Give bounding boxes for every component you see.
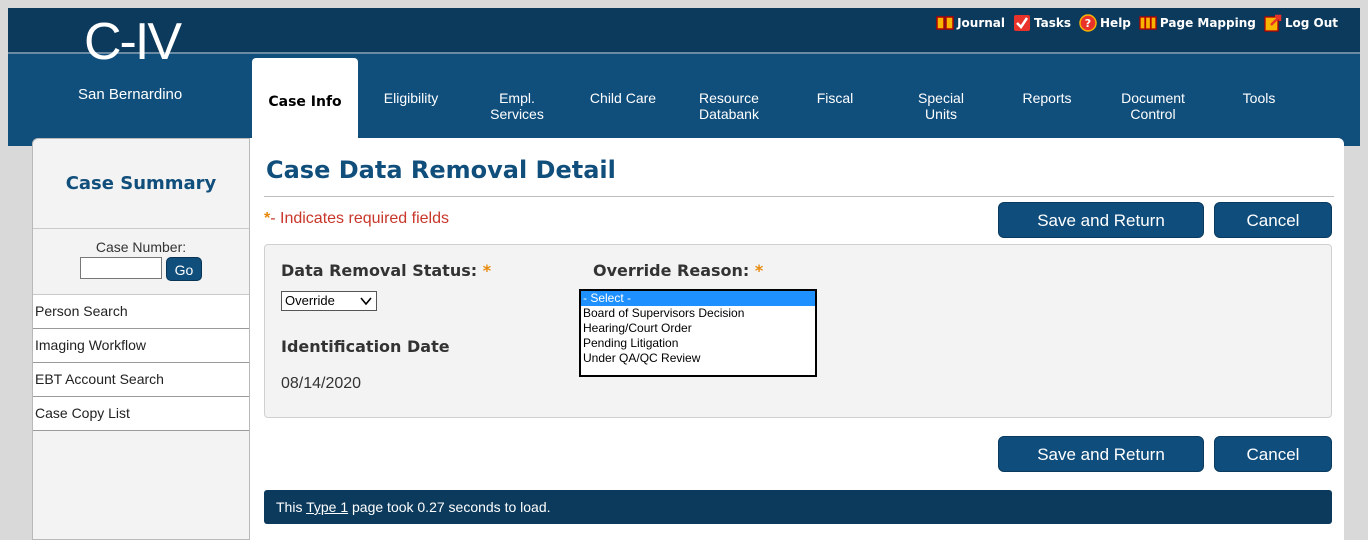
save-and-return-button[interactable]: Save and Return: [998, 202, 1204, 238]
required-star-icon: *: [482, 261, 492, 280]
logout-icon: [1264, 14, 1282, 32]
tab-case-info[interactable]: Case Info: [252, 58, 358, 146]
svg-text:?: ?: [1085, 17, 1091, 30]
page-load-footer: This Type 1 page took 0.27 seconds to lo…: [264, 490, 1332, 524]
logout-link[interactable]: Log Out: [1264, 14, 1338, 32]
page-title: Case Data Removal Detail: [266, 156, 616, 184]
tab-fiscal[interactable]: Fiscal: [782, 58, 888, 136]
tab-child-care[interactable]: Child Care: [570, 58, 676, 136]
site-name: San Bernardino: [78, 86, 183, 103]
save-and-return-button-bottom[interactable]: Save and Return: [998, 436, 1204, 472]
data-removal-panel: Data Removal Status: * Override Identifi…: [264, 244, 1332, 418]
page-mapping-label: Page Mapping: [1159, 16, 1256, 30]
cancel-button-bottom[interactable]: Cancel: [1214, 436, 1332, 472]
tab-eligibility[interactable]: Eligibility: [358, 58, 464, 136]
data-removal-status-select[interactable]: Override: [281, 291, 377, 311]
sidebar: Case Summary Case Number: Go Person Sear…: [32, 138, 250, 540]
go-button[interactable]: Go: [166, 257, 202, 281]
type-1-link[interactable]: Type 1: [306, 499, 348, 515]
tasks-link[interactable]: Tasks: [1013, 14, 1071, 32]
cancel-button[interactable]: Cancel: [1214, 202, 1332, 238]
case-number-section: Case Number: Go: [33, 229, 249, 295]
case-summary-title[interactable]: Case Summary: [33, 139, 249, 229]
override-option-board[interactable]: Board of Supervisors Decision: [581, 306, 815, 321]
sidebar-item-ebt-account-search[interactable]: EBT Account Search: [33, 363, 249, 397]
required-star-icon: *: [754, 261, 764, 280]
title-divider: [264, 196, 1334, 197]
override-option-litigation[interactable]: Pending Litigation: [581, 336, 815, 351]
override-option-qa-review[interactable]: Under QA/QC Review: [581, 351, 815, 366]
tab-special-units[interactable]: Special Units: [888, 58, 994, 136]
help-icon: ?: [1079, 14, 1097, 32]
c-iv-logo[interactable]: C-IV: [84, 14, 182, 70]
page-mapping-link[interactable]: Page Mapping: [1139, 14, 1256, 32]
case-number-input[interactable]: [80, 257, 162, 279]
override-reason-label: Override Reason: *: [593, 261, 764, 280]
data-removal-status-label: Data Removal Status: *: [281, 261, 492, 280]
case-number-label: Case Number:: [95, 239, 187, 255]
journal-label: Journal: [957, 16, 1005, 30]
required-note-text: - Indicates required fields: [270, 210, 449, 227]
chevron-down-icon: [360, 293, 372, 311]
tab-reports[interactable]: Reports: [994, 58, 1100, 136]
journal-icon: [936, 14, 954, 32]
help-link[interactable]: ? Help: [1079, 14, 1131, 32]
tasks-label: Tasks: [1034, 16, 1072, 30]
tab-empl-services[interactable]: Empl. Services: [464, 58, 570, 136]
override-option-hearing[interactable]: Hearing/Court Order: [581, 321, 815, 336]
tab-document-control[interactable]: Document Control: [1100, 58, 1206, 136]
override-option-select[interactable]: - Select -: [581, 291, 815, 306]
logout-label: Log Out: [1284, 16, 1338, 30]
main-nav: Case Info Eligibility Empl. Services Chil…: [252, 58, 1312, 146]
identification-date-value: 08/14/2020: [281, 375, 362, 392]
identification-date-label: Identification Date: [281, 337, 450, 356]
help-label: Help: [1100, 16, 1131, 30]
sidebar-item-case-copy-list[interactable]: Case Copy List: [33, 397, 249, 431]
tasks-icon: [1013, 14, 1031, 32]
journal-link[interactable]: Journal: [936, 14, 1005, 32]
utility-links: Journal Tasks ? Help Page Mapping Log Ou…: [936, 14, 1338, 32]
main-content: Case Data Removal Detail *- Indicates re…: [250, 138, 1344, 540]
tab-tools[interactable]: Tools: [1206, 58, 1312, 136]
page-mapping-icon: [1139, 14, 1157, 32]
tab-resource-databank[interactable]: Resource Databank: [676, 58, 782, 136]
override-reason-listbox[interactable]: - Select - Board of Supervisors Decision…: [579, 289, 817, 377]
sidebar-item-imaging-workflow[interactable]: Imaging Workflow: [33, 329, 249, 363]
sidebar-item-person-search[interactable]: Person Search: [33, 295, 249, 329]
required-fields-note: *- Indicates required fields: [264, 210, 449, 228]
